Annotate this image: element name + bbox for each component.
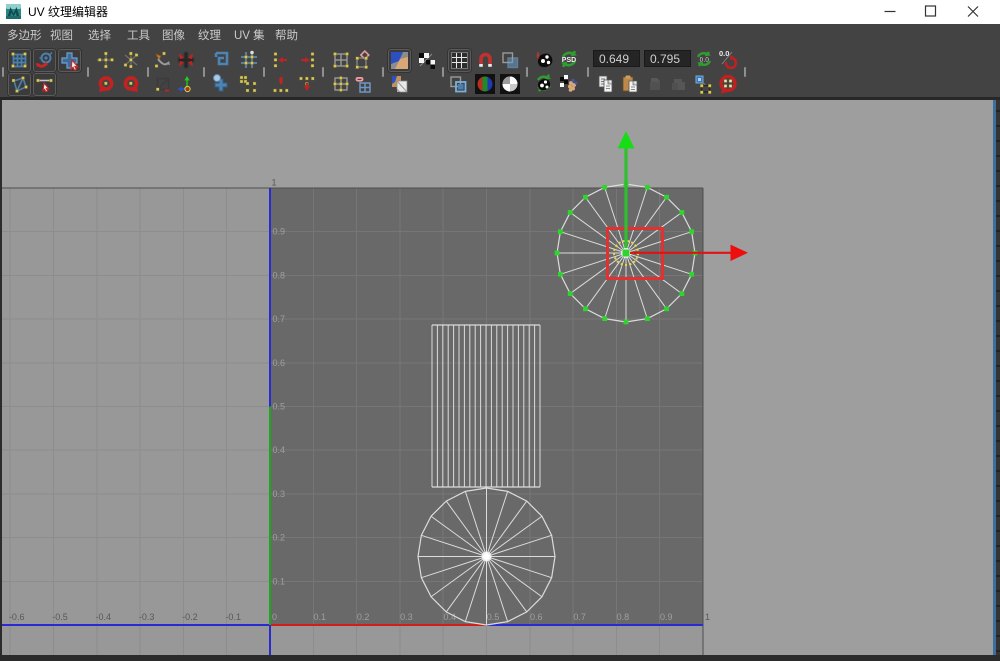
svg-text:PSD: PSD <box>562 57 576 64</box>
svg-text:0.4: 0.4 <box>273 445 286 455</box>
svg-text:0.2: 0.2 <box>357 612 370 622</box>
svg-text:0.8: 0.8 <box>617 612 630 622</box>
svg-text:0.9: 0.9 <box>273 227 286 237</box>
svg-text:-0.5: -0.5 <box>52 612 68 622</box>
svg-text:0.2: 0.2 <box>273 533 286 543</box>
svg-text:0: 0 <box>272 612 277 622</box>
svg-text:0.1: 0.1 <box>314 612 327 622</box>
svg-text:0.1: 0.1 <box>273 576 286 586</box>
svg-text:1: 1 <box>272 178 277 188</box>
svg-text:0.6: 0.6 <box>273 358 286 368</box>
svg-text:-0.4: -0.4 <box>96 612 112 622</box>
svg-text:0.5: 0.5 <box>487 612 500 622</box>
svg-text:0.7: 0.7 <box>273 314 286 324</box>
svg-text:1: 1 <box>705 612 710 622</box>
svg-text:-0.1: -0.1 <box>225 612 241 622</box>
svg-text:-0.3: -0.3 <box>139 612 155 622</box>
svg-text:0.7: 0.7 <box>573 612 586 622</box>
svg-text:0.5: 0.5 <box>273 402 286 412</box>
svg-text:0.3: 0.3 <box>273 489 286 499</box>
svg-text:0.8: 0.8 <box>273 270 286 280</box>
svg-text:0.0: 0.0 <box>699 57 709 64</box>
svg-text:-0.2: -0.2 <box>182 612 198 622</box>
svg-text:0.9: 0.9 <box>660 612 673 622</box>
svg-text:0.3: 0.3 <box>400 612 413 622</box>
svg-text:0.6: 0.6 <box>530 612 543 622</box>
svg-text:-0.6: -0.6 <box>9 612 25 622</box>
